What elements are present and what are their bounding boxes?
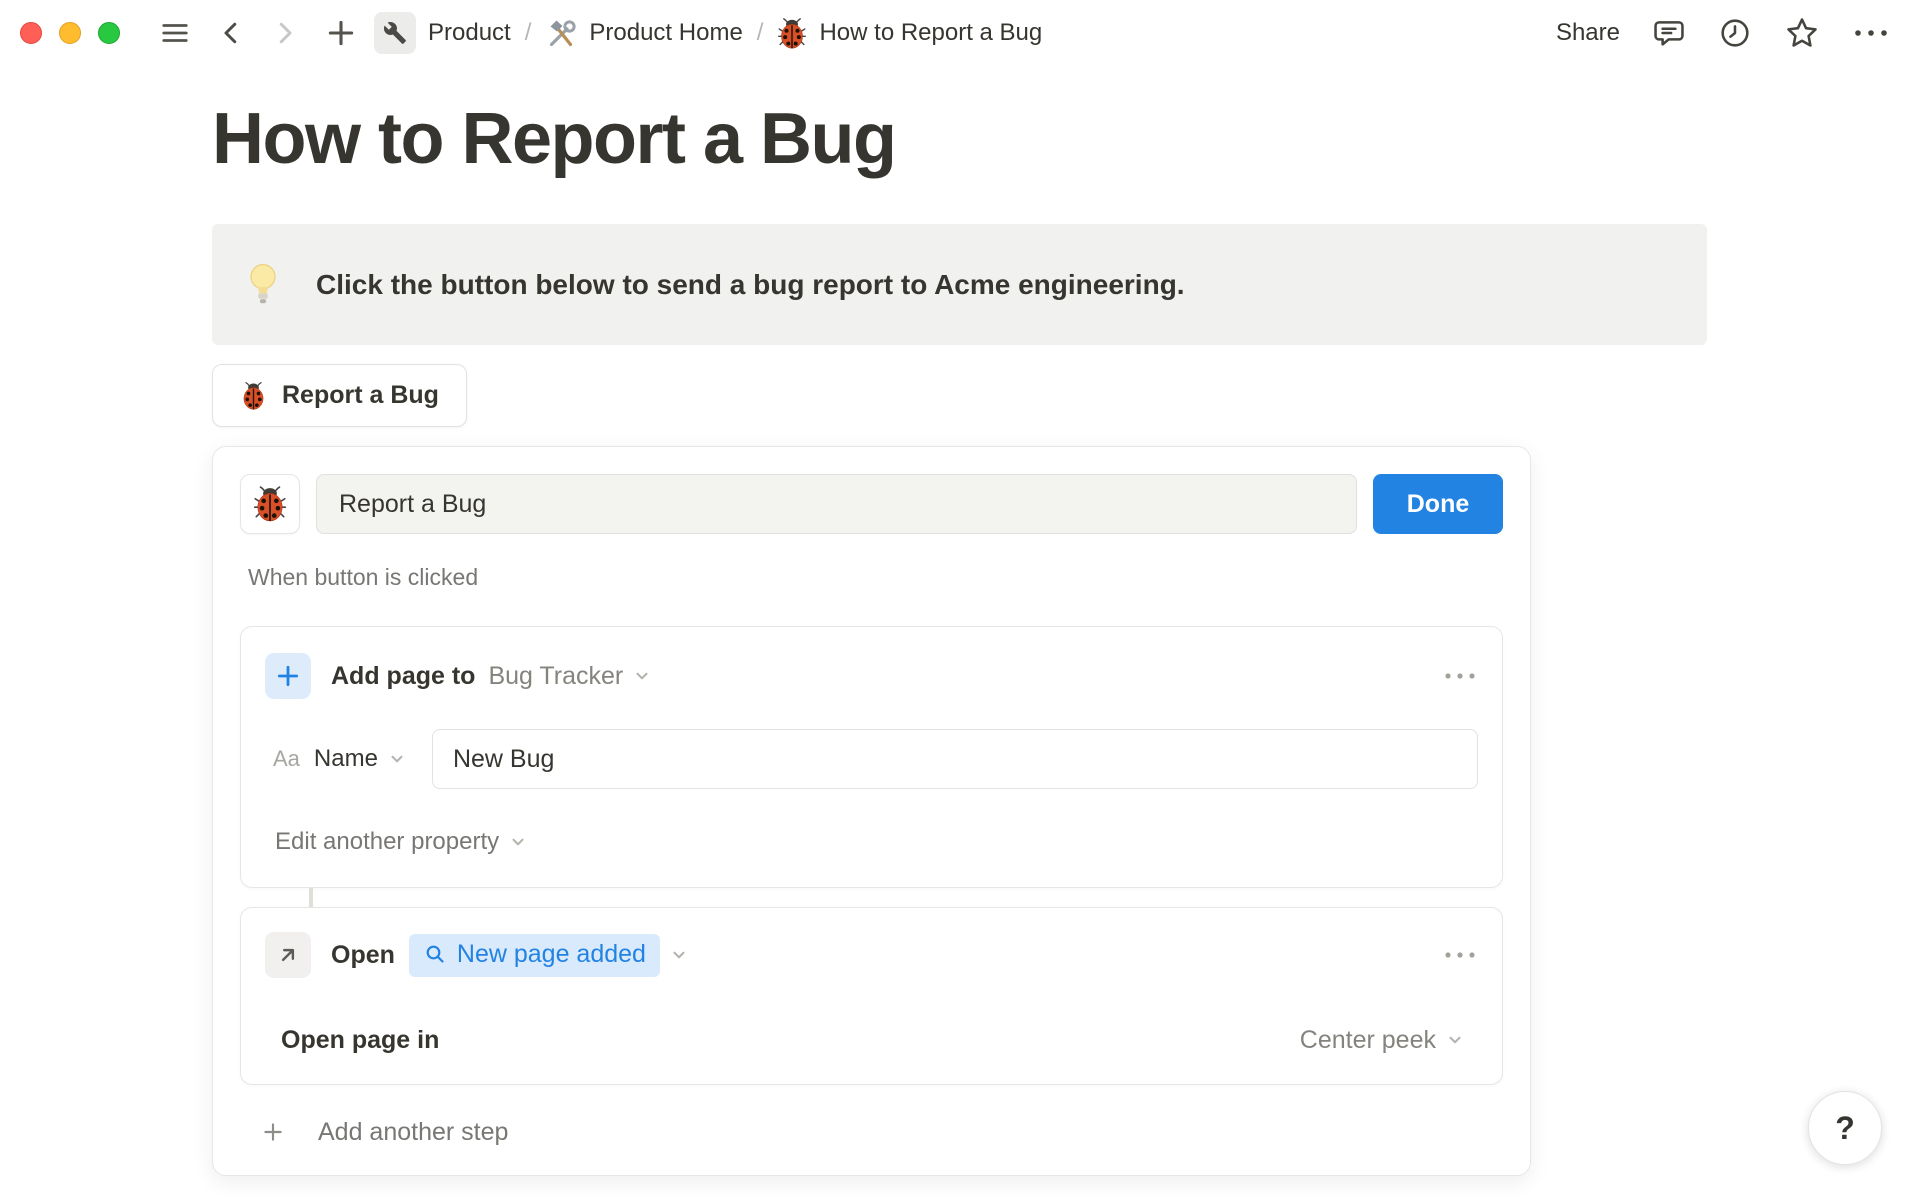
ladybug-icon [243, 381, 264, 410]
step-action-label: Add page to [331, 661, 476, 690]
button-editor-panel: Done When button is clicked Add page to … [212, 446, 1531, 1176]
button-name-input[interactable] [316, 474, 1357, 534]
wrench-icon [383, 21, 406, 44]
page-content: How to Report a Bug Click the button bel… [212, 66, 1731, 1176]
hamburger-icon [162, 24, 188, 42]
plus-icon [277, 665, 299, 687]
comment-icon [1654, 21, 1684, 46]
editor-header: Done [240, 474, 1503, 534]
light-bulb-icon [250, 263, 276, 303]
zoom-window-button[interactable] [98, 22, 120, 44]
chevron-down-icon [512, 838, 524, 846]
callout-text: Click the button below to send a bug rep… [316, 268, 1185, 300]
favorite-button[interactable] [1784, 15, 1820, 51]
trigger-label: When button is clicked [248, 564, 479, 590]
property-name-dropdown[interactable]: Name [314, 745, 378, 773]
button-emoji-picker[interactable] [240, 474, 300, 534]
forward-button[interactable] [270, 18, 300, 48]
updates-button[interactable] [1718, 16, 1752, 50]
breadcrumb-separator: / [524, 19, 532, 46]
property-value-input[interactable] [431, 729, 1478, 789]
help-button-label: ? [1835, 1109, 1855, 1146]
share-button[interactable]: Share [1556, 19, 1620, 47]
open-mode-label: Center peek [1299, 1025, 1436, 1054]
ladybug-icon [253, 486, 287, 522]
hammer-wrench-icon [550, 20, 576, 47]
traffic-lights [20, 22, 120, 44]
step-head: Add page to Bug Tracker [265, 653, 1478, 699]
ellipsis-icon [1855, 30, 1887, 36]
chevron-down-icon [1449, 1036, 1461, 1044]
open-target-dropdown[interactable]: New page added [408, 933, 660, 977]
plus-icon [264, 1123, 282, 1141]
breadcrumb-item-product-home[interactable]: Product Home [589, 19, 742, 47]
breadcrumb: Product / Product Home / How to Report a… [374, 12, 1042, 54]
step-card-open-page: Open New page added Open page in Center … [240, 907, 1503, 1085]
page-title: How to Report a Bug [212, 99, 897, 179]
breadcrumb-separator: / [756, 19, 764, 46]
comments-button[interactable] [1652, 16, 1686, 50]
step-more-options-button[interactable] [1442, 948, 1478, 962]
chevron-left-icon [224, 22, 237, 44]
open-step-iconbox [265, 932, 311, 978]
step-connector-line [309, 888, 313, 907]
add-page-step-iconbox [265, 653, 311, 699]
step-more-options-button[interactable] [1442, 669, 1478, 683]
chevron-down-icon[interactable] [388, 750, 406, 768]
text-property-type-icon: Aa [273, 746, 300, 771]
star-icon [1787, 18, 1817, 47]
arrow-up-right-icon [281, 948, 295, 962]
back-button[interactable] [216, 18, 246, 48]
nav-group [158, 16, 358, 50]
report-bug-button-block[interactable]: Report a Bug [212, 364, 467, 427]
topbar: Product / Product Home / How to Report a… [0, 0, 1920, 66]
clock-icon [1721, 19, 1749, 47]
ladybug-icon [778, 17, 807, 48]
breadcrumb-item-product[interactable]: Product [428, 19, 511, 47]
sidebar-menu-button[interactable] [158, 18, 192, 48]
chevron-right-icon [279, 22, 292, 44]
more-menu-button[interactable] [1852, 26, 1890, 40]
breadcrumb-product-iconbox[interactable] [374, 12, 416, 54]
step-head: Open New page added [265, 932, 1478, 978]
open-page-in-row: Open page in Center peek [265, 1020, 1478, 1060]
step-card-add-page: Add page to Bug Tracker Aa Name New Bug … [240, 626, 1503, 888]
ellipsis-icon [1445, 952, 1475, 958]
open-mode-dropdown[interactable]: Center peek [1300, 1026, 1464, 1055]
open-page-in-label: Open page in [281, 1025, 440, 1054]
ellipsis-icon [1445, 673, 1475, 679]
new-page-button[interactable] [324, 16, 358, 50]
edit-another-property-label: Edit another property [275, 828, 500, 855]
done-button[interactable]: Done [1373, 474, 1503, 534]
report-bug-button-label: Report a Bug [282, 381, 439, 409]
close-window-button[interactable] [20, 22, 42, 44]
minimize-window-button[interactable] [59, 22, 81, 44]
plus-icon [328, 20, 354, 46]
callout-block: Click the button below to send a bug rep… [212, 224, 1707, 345]
target-database-dropdown[interactable]: Bug Tracker [488, 662, 623, 691]
property-row-name: Aa Name [265, 729, 1478, 789]
chevron-down-icon[interactable] [633, 667, 651, 685]
help-button[interactable]: ? [1808, 1091, 1882, 1165]
edit-another-property-button[interactable]: Edit another property [275, 827, 1478, 857]
topbar-actions: Share [1556, 15, 1890, 51]
chevron-down-icon[interactable] [670, 946, 688, 964]
notion-window: Product / Product Home / How to Report a… [0, 0, 1920, 1200]
step-action-label: Open [331, 940, 395, 969]
add-another-step-label: Add another step [318, 1117, 509, 1146]
open-target-label: New page added [456, 939, 646, 968]
breadcrumb-item-current-page[interactable]: How to Report a Bug [819, 19, 1042, 47]
add-another-step-button[interactable]: Add another step [260, 1115, 1503, 1149]
search-icon [426, 945, 444, 963]
